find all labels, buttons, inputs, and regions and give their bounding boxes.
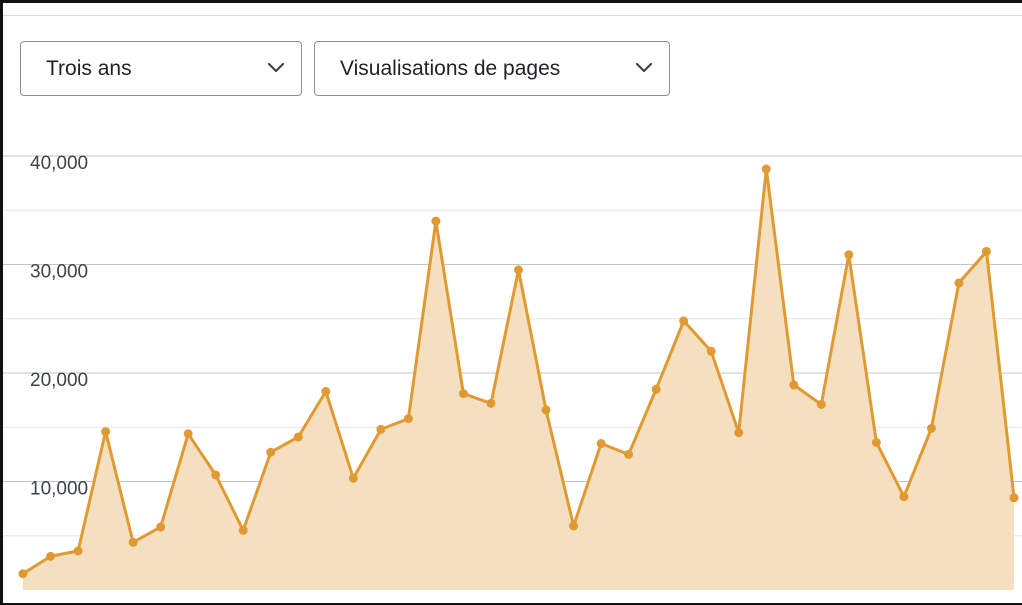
y-tick-label: 10,000 [30,479,88,500]
data-point[interactable] [816,399,826,409]
data-point[interactable] [954,278,964,288]
data-point[interactable] [514,265,523,275]
data-point[interactable] [706,346,716,356]
data-point[interactable] [73,546,83,556]
data-point[interactable] [321,386,331,396]
data-point[interactable] [789,380,799,390]
data-point[interactable] [981,246,991,256]
y-tick-labels: 10,000 20,000 30,000 40,000 [30,153,88,500]
data-point[interactable] [211,470,221,480]
data-point[interactable] [899,492,909,502]
data-point[interactable] [1009,493,1019,503]
data-point[interactable] [156,522,166,532]
period-select[interactable]: Trois ans [20,41,302,96]
data-point[interactable] [871,437,881,447]
data-point[interactable] [348,473,358,483]
data-point[interactable] [403,414,413,424]
data-point[interactable] [183,429,193,439]
data-point[interactable] [844,250,854,260]
data-point[interactable] [128,537,138,547]
data-point[interactable] [18,569,28,579]
metric-select[interactable]: Visualisations de pages [314,41,670,96]
data-point[interactable] [266,447,276,457]
data-point[interactable] [541,405,551,415]
data-point[interactable] [431,216,441,226]
data-point[interactable] [651,384,661,394]
data-point[interactable] [761,164,771,174]
top-divider [3,15,1022,16]
y-tick-label: 30,000 [30,262,88,283]
chevron-down-icon [635,62,653,73]
data-point[interactable] [486,398,496,408]
data-point[interactable] [679,316,689,326]
data-point[interactable] [376,424,386,434]
chevron-down-icon [267,62,285,73]
data-point[interactable] [926,423,936,433]
data-point[interactable] [569,521,579,531]
y-tick-label: 40,000 [30,153,88,174]
data-point[interactable] [238,525,248,535]
pageviews-chart: 10,000 20,000 30,000 40,000 [3,153,1022,590]
data-point[interactable] [458,389,468,399]
y-tick-label: 20,000 [30,370,88,391]
data-point[interactable] [293,432,303,442]
data-point[interactable] [624,449,634,459]
period-select-value: Trois ans [46,57,132,80]
data-point[interactable] [734,428,744,438]
data-point[interactable] [596,439,606,449]
metric-select-value: Visualisations de pages [340,57,561,80]
data-point[interactable] [46,551,56,561]
data-point[interactable] [101,427,111,437]
series-area [23,169,1014,590]
series-group [18,164,1019,590]
